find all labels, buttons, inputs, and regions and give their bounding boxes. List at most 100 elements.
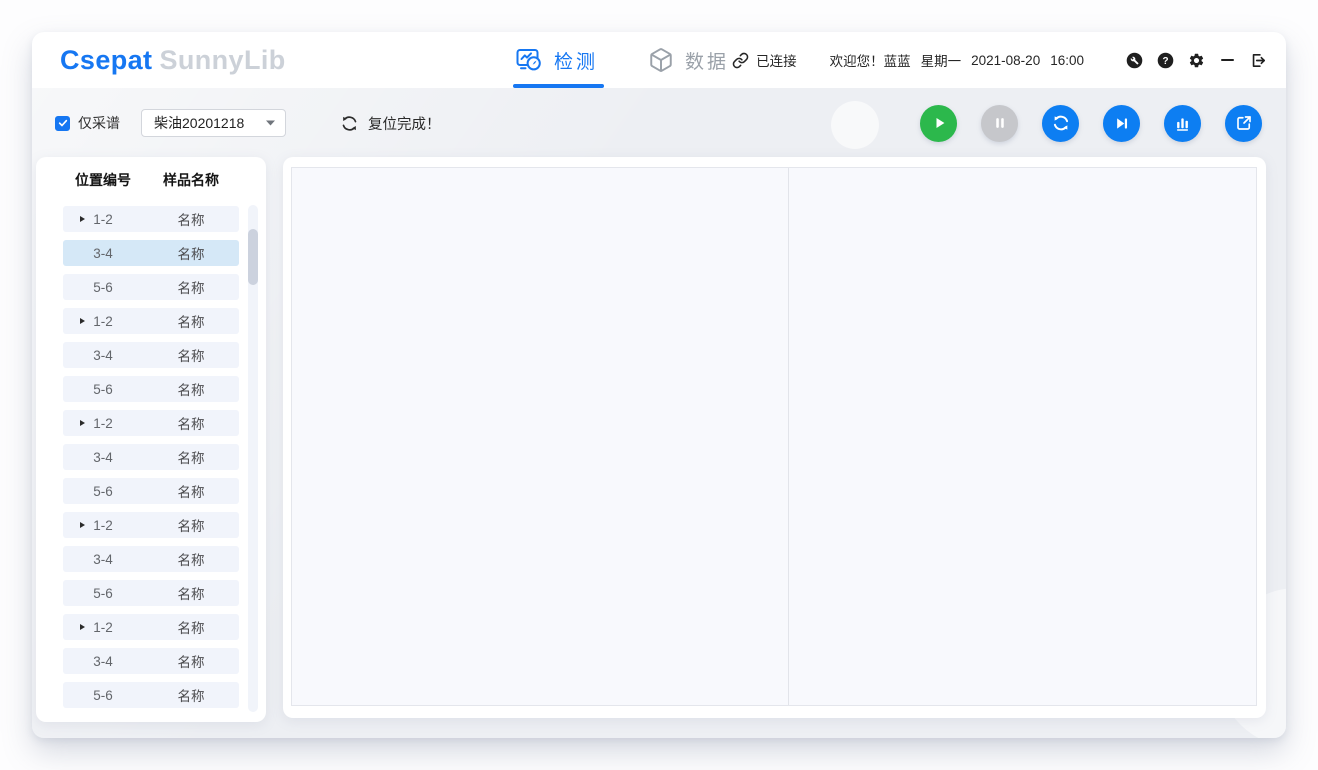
expand-arrow-icon [80, 624, 85, 630]
detection-monitor-icon [515, 46, 543, 74]
tab-data[interactable]: 数据 [648, 32, 729, 88]
window-body: 仅采谱 柴油20201218 [32, 88, 1286, 738]
plot-pane-right [789, 168, 1256, 705]
main-tabs: 检测 数据 [515, 32, 729, 88]
sample-list: 1-2 名称 3-4 名称 5-6 名称 1-2 名称 3-4 名称 5-6 名… [63, 206, 239, 716]
sample-row[interactable]: 3-4 名称 [63, 648, 239, 674]
pause-button[interactable] [981, 105, 1018, 142]
brand-suffix: SunnyLib [159, 45, 285, 76]
sample-name: 名称 [143, 311, 239, 331]
sample-select-value: 柴油20201218 [154, 113, 266, 133]
logout-button[interactable] [1249, 51, 1267, 69]
reset-icon[interactable] [340, 114, 359, 133]
sample-name: 名称 [143, 379, 239, 399]
bar-chart-icon [1173, 114, 1192, 133]
sample-name: 名称 [143, 549, 239, 569]
sample-name: 名称 [143, 209, 239, 229]
sample-row[interactable]: 1-2 名称 [63, 410, 239, 436]
window-controls: ? [1125, 51, 1267, 69]
position-number: 1-2 [63, 212, 143, 227]
sample-row[interactable]: 1-2 名称 [63, 206, 239, 232]
app-logo: Csepat SunnyLib [60, 32, 286, 88]
screen: Csepat SunnyLib 检测 [0, 0, 1318, 770]
sample-name: 名称 [143, 583, 239, 603]
sidebar-scrollbar-thumb[interactable] [248, 229, 258, 285]
expand-arrow-icon [80, 318, 85, 324]
sync-button[interactable] [1042, 105, 1079, 142]
sample-name: 名称 [143, 447, 239, 467]
sample-sidebar: 位置编号 样品名称 1-2 名称 3-4 名称 5-6 名称 1-2 名称 3-… [36, 157, 266, 722]
help-icon[interactable]: ? [1156, 51, 1174, 69]
sample-row[interactable]: 3-4 名称 [63, 240, 239, 266]
tab-data-label: 数据 [685, 47, 729, 74]
app-window: Csepat SunnyLib 检测 [32, 32, 1286, 738]
export-button[interactable] [1225, 105, 1262, 142]
sample-row[interactable]: 1-2 名称 [63, 614, 239, 640]
connection-status: 已连接 [732, 50, 797, 70]
skip-button[interactable] [1103, 105, 1140, 142]
position-number: 1-2 [63, 620, 143, 635]
reset-status: 复位完成！ [340, 113, 441, 134]
sample-row[interactable]: 1-2 名称 [63, 512, 239, 538]
sample-row[interactable]: 5-6 名称 [63, 682, 239, 708]
column-position: 位置编号 [63, 170, 143, 190]
reset-status-message: 复位完成！ [368, 113, 441, 134]
position-number: 3-4 [63, 450, 143, 465]
sidebar-scrollbar-track[interactable] [248, 205, 258, 712]
expand-arrow-icon [80, 216, 85, 222]
sync-icon [1051, 113, 1071, 133]
position-number: 1-2 [63, 314, 143, 329]
minus-icon [1221, 59, 1234, 61]
sample-row[interactable]: 5-6 名称 [63, 580, 239, 606]
sample-row[interactable]: 5-6 名称 [63, 274, 239, 300]
sample-name: 名称 [143, 243, 239, 263]
plot-area [291, 167, 1257, 706]
settings-gear-icon[interactable] [1187, 51, 1205, 69]
sample-row[interactable]: 5-6 名称 [63, 376, 239, 402]
sample-row[interactable]: 5-6 名称 [63, 478, 239, 504]
position-number: 3-4 [63, 654, 143, 669]
plot-pane-left [292, 168, 789, 705]
sample-row[interactable]: 3-4 名称 [63, 342, 239, 368]
sample-name: 名称 [143, 345, 239, 365]
position-number: 3-4 [63, 246, 143, 261]
position-number: 1-2 [63, 518, 143, 533]
svg-text:?: ? [1162, 55, 1168, 66]
toolbar-left: 仅采谱 柴油20201218 [55, 88, 441, 158]
expand-arrow-icon [80, 420, 85, 426]
brand-name: Csepat [60, 45, 152, 76]
sample-row[interactable]: 3-4 名称 [63, 546, 239, 572]
logout-icon [1250, 52, 1267, 69]
position-number: 5-6 [63, 484, 143, 499]
tab-detection[interactable]: 检测 [515, 32, 598, 88]
column-sample-name: 样品名称 [143, 170, 239, 190]
position-number: 5-6 [63, 382, 143, 397]
welcome-text: 欢迎您！蓝蓝 [830, 50, 911, 70]
play-icon [929, 113, 949, 133]
spectra-only-label: 仅采谱 [78, 113, 120, 133]
sample-row[interactable]: 3-4 名称 [63, 444, 239, 470]
spectra-only-checkbox[interactable] [55, 116, 70, 131]
play-button[interactable] [920, 105, 957, 142]
header-right: 已连接 欢迎您！蓝蓝 星期一 2021-08-20 16:00 [732, 32, 1286, 88]
date-text: 2021-08-20 [971, 53, 1040, 68]
pause-icon [991, 114, 1009, 132]
sample-name: 名称 [143, 617, 239, 637]
decorative-circle [831, 101, 879, 149]
header: Csepat SunnyLib 检测 [32, 32, 1286, 88]
active-tab-underline [513, 84, 604, 88]
sample-name: 名称 [143, 413, 239, 433]
chart-button[interactable] [1164, 105, 1201, 142]
expand-arrow-icon [80, 522, 85, 528]
sample-row[interactable]: 1-2 名称 [63, 308, 239, 334]
sample-name: 名称 [143, 277, 239, 297]
sample-select-dropdown[interactable]: 柴油20201218 [141, 109, 286, 137]
chevron-down-icon [266, 120, 275, 126]
welcome-group: 欢迎您！蓝蓝 星期一 2021-08-20 16:00 [830, 50, 1125, 70]
weekday-text: 星期一 [921, 50, 962, 70]
data-cube-icon [648, 47, 674, 73]
check-icon [58, 118, 68, 128]
minimize-button[interactable] [1218, 51, 1236, 69]
tools-wrench-icon[interactable] [1125, 51, 1143, 69]
position-number: 5-6 [63, 586, 143, 601]
